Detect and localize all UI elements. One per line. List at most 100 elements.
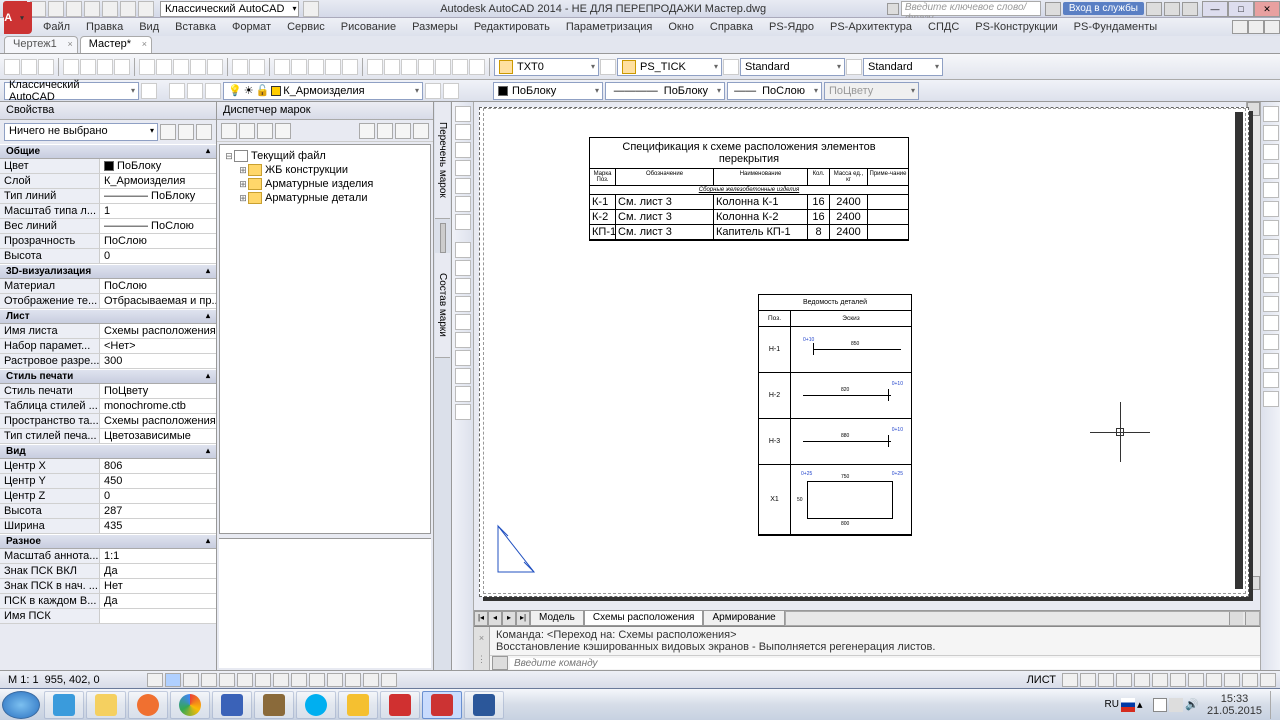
scroll-right[interactable] — [1229, 612, 1243, 625]
tab-drawing1[interactable]: Чертеж1× — [4, 36, 78, 53]
tray-vol-icon[interactable]: 🔊 — [1185, 698, 1199, 712]
markup-opt1-icon[interactable] — [359, 123, 375, 139]
prop-row[interactable]: Пространство та...Схемы расположения — [0, 414, 216, 429]
zoom-icon[interactable] — [291, 59, 307, 75]
menu-view[interactable]: Вид — [131, 19, 167, 35]
menu-format[interactable]: Формат — [224, 19, 279, 35]
cat-3d[interactable]: 3D-визуализация — [0, 264, 216, 279]
menu-edit[interactable]: Правка — [78, 19, 131, 35]
prop-row[interactable]: Таблица стилей ...monochrome.ctb — [0, 399, 216, 414]
maximize-button[interactable]: □ — [1228, 1, 1254, 17]
tb-word[interactable] — [464, 691, 504, 719]
sb-annovis-icon[interactable] — [1152, 673, 1168, 687]
prop-row[interactable]: Вес линий———— ПоСлою — [0, 219, 216, 234]
properties-icon[interactable] — [367, 59, 383, 75]
text-icon[interactable] — [455, 350, 471, 366]
menu-ps-core[interactable]: PS-Ядро — [761, 19, 822, 35]
trim-icon[interactable] — [1263, 277, 1279, 293]
prop-row[interactable]: Имя ПСК — [0, 609, 216, 624]
tray-clock[interactable]: 15:3321.05.2015 — [1201, 693, 1268, 717]
menu-ps-found[interactable]: PS-Фундаменты — [1066, 19, 1166, 35]
layout-prev[interactable]: ◂ — [488, 611, 502, 626]
tb-acrobat[interactable] — [380, 691, 420, 719]
prop-row[interactable]: Масштаб типа л...1 — [0, 204, 216, 219]
pickadd-icon[interactable] — [196, 124, 212, 140]
break-icon[interactable] — [1263, 315, 1279, 331]
sb-paper-icon[interactable] — [1062, 673, 1078, 687]
join-icon[interactable] — [1263, 334, 1279, 350]
prop-row[interactable]: Тип линий———— ПоБлоку — [0, 189, 216, 204]
lineweight-dropdown[interactable]: ——ПоСлою — [727, 82, 822, 100]
sb-scale[interactable]: М 1: 1 — [4, 674, 43, 686]
tray-up-icon[interactable]: ▴ — [1137, 698, 1151, 712]
zoomextents-icon[interactable] — [342, 59, 358, 75]
tpy-icon[interactable] — [327, 673, 343, 687]
offset-icon[interactable] — [1263, 163, 1279, 179]
exchange-icon[interactable] — [1146, 2, 1162, 16]
markup-filter-icon[interactable] — [257, 123, 273, 139]
menu-ps-arch[interactable]: PS-Архитектура — [822, 19, 920, 35]
ellipse-icon[interactable] — [455, 196, 471, 212]
layerstate-icon[interactable] — [205, 83, 221, 99]
tb-tc[interactable] — [212, 691, 252, 719]
app-menu-button[interactable]: A▾ — [4, 2, 32, 34]
copy-icon[interactable] — [156, 59, 172, 75]
sb-anno-icon[interactable] — [1116, 673, 1132, 687]
cmd-prompt-icon[interactable] — [492, 656, 508, 670]
3dosnap-icon[interactable] — [237, 673, 253, 687]
new-icon[interactable] — [30, 1, 46, 17]
tray-net-icon[interactable] — [1169, 698, 1183, 712]
infocenter-icon[interactable] — [1045, 2, 1061, 16]
workspace2-dropdown[interactable]: Классический AutoCAD — [4, 82, 139, 100]
makeblock-icon[interactable] — [455, 404, 471, 420]
mdi-minimize[interactable] — [1232, 20, 1248, 34]
ortho-icon[interactable] — [183, 673, 199, 687]
move-icon[interactable] — [1263, 201, 1279, 217]
prop-row[interactable]: Ширина435 — [0, 519, 216, 534]
menu-tools[interactable]: Сервис — [279, 19, 333, 35]
layout-schemes[interactable]: Схемы расположения — [584, 611, 704, 626]
layer-dropdown[interactable]: 💡☀🔓 К_Армоизделия — [223, 82, 423, 100]
polar-icon[interactable] — [201, 673, 217, 687]
prop-row[interactable]: Высота287 — [0, 504, 216, 519]
sb-layouts-icon[interactable] — [1098, 673, 1114, 687]
layerprops-icon[interactable] — [169, 83, 185, 99]
cat-plot[interactable]: Стиль печати — [0, 369, 216, 384]
redo-icon[interactable] — [249, 59, 265, 75]
sheetset-icon[interactable] — [418, 59, 434, 75]
mlstyle-icon[interactable] — [846, 59, 862, 75]
markup-opt2-icon[interactable] — [377, 123, 393, 139]
tb-skype[interactable] — [296, 691, 336, 719]
command-input[interactable] — [510, 658, 1260, 669]
tb-autocad[interactable] — [422, 691, 462, 719]
prop-row[interactable]: Центр X806 — [0, 459, 216, 474]
menu-draw[interactable]: Рисование — [333, 19, 404, 35]
open-icon[interactable] — [21, 59, 37, 75]
linetype-dropdown[interactable]: ————ПоБлоку — [605, 82, 725, 100]
rect-icon[interactable] — [455, 178, 471, 194]
prop-row[interactable]: Высота0 — [0, 249, 216, 264]
region-icon[interactable] — [455, 296, 471, 312]
sb-clean-icon[interactable] — [1242, 673, 1258, 687]
layermatch-icon[interactable] — [425, 83, 441, 99]
tb-ie[interactable] — [44, 691, 84, 719]
open-icon[interactable] — [48, 1, 64, 17]
copy-obj-icon[interactable] — [1263, 125, 1279, 141]
layout-first[interactable]: |◂ — [474, 611, 488, 626]
sb-quickview-icon[interactable] — [1080, 673, 1096, 687]
hscrollbar[interactable] — [785, 611, 1260, 626]
arc-icon[interactable] — [455, 160, 471, 176]
markup-opt3-icon[interactable] — [395, 123, 411, 139]
menu-dimension[interactable]: Размеры — [404, 19, 466, 35]
workspace-dropdown[interactable]: Классический AutoCAD — [160, 1, 299, 17]
mtext-icon[interactable] — [455, 332, 471, 348]
lwt-icon[interactable] — [309, 673, 325, 687]
tb-media[interactable] — [128, 691, 168, 719]
prop-row[interactable]: МатериалПоСлою — [0, 279, 216, 294]
paste-icon[interactable] — [173, 59, 189, 75]
help-icon[interactable] — [469, 59, 485, 75]
qp-icon[interactable] — [345, 673, 361, 687]
layout-reinforcement[interactable]: Армирование — [703, 611, 784, 626]
revision-icon[interactable] — [455, 386, 471, 402]
plot-icon[interactable] — [63, 59, 79, 75]
